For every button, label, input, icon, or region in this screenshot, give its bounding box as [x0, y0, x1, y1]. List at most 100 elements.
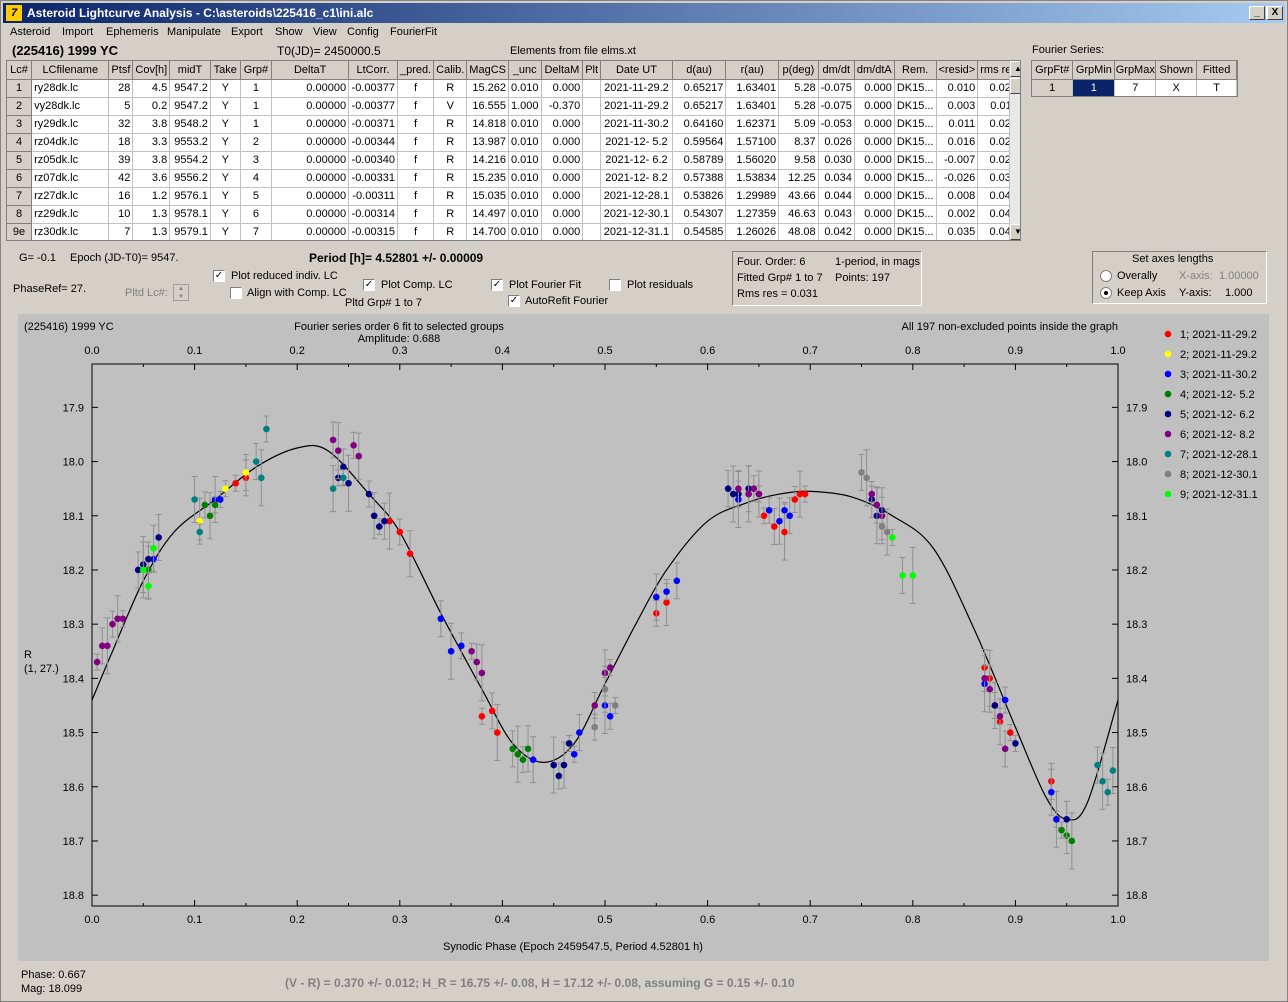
lc-col-header[interactable]: Lc#	[7, 61, 33, 80]
table-cell[interactable]: 0.00000	[271, 223, 350, 240]
lightcurve-plot[interactable]: (225416) 1999 YC Fourier series order 6 …	[18, 314, 1269, 961]
table-cell[interactable]: 32	[108, 115, 134, 134]
lc-col-header[interactable]: Ptsf	[108, 61, 134, 80]
align-comp-checkbox[interactable]	[230, 287, 242, 299]
data-point[interactable]	[765, 507, 773, 514]
table-cell[interactable]: Y	[210, 223, 241, 240]
table-cell[interactable]: Y	[210, 115, 241, 134]
table-cell[interactable]	[582, 133, 602, 152]
data-point[interactable]	[478, 713, 486, 720]
data-point[interactable]	[560, 761, 568, 769]
data-point[interactable]	[145, 555, 152, 563]
table-cell[interactable]: -0.00315	[348, 223, 398, 240]
data-point[interactable]	[770, 523, 778, 530]
table-cell[interactable]: Y	[210, 79, 241, 98]
table-cell[interactable]: f	[397, 79, 435, 98]
table-cell[interactable]: f	[397, 223, 435, 240]
table-cell[interactable]: 14.216	[466, 151, 509, 170]
data-point[interactable]	[611, 702, 619, 709]
data-point[interactable]	[735, 485, 742, 492]
table-cell[interactable]: -0.00377	[348, 97, 398, 116]
data-point[interactable]	[242, 469, 250, 476]
scroll-thumb[interactable]	[1010, 78, 1020, 94]
data-point[interactable]	[329, 436, 337, 444]
menu-manipulate[interactable]: Manipulate	[167, 26, 221, 38]
table-cell[interactable]: 13.987	[466, 133, 509, 152]
table-cell[interactable]: 0.044	[818, 187, 855, 206]
data-point[interactable]	[986, 685, 994, 693]
lc-col-header[interactable]: midT	[169, 61, 211, 80]
table-cell[interactable]: -0.026	[936, 169, 979, 188]
table-cell[interactable]: 0.00000	[271, 79, 350, 98]
data-point[interactable]	[334, 447, 342, 455]
table-cell[interactable]: 1.26026	[725, 223, 780, 240]
table-cell[interactable]: 15.235	[466, 169, 509, 188]
table-row[interactable]: 5 rz05dk.lc 39 3.8 9554.2 Y 3 0.00000 -0.00340 f R…	[7, 151, 1020, 170]
row-header[interactable]: 2	[7, 97, 33, 116]
table-cell[interactable]: 0.042	[818, 223, 855, 240]
table-cell[interactable]: 0.010	[508, 115, 542, 134]
table-cell[interactable]: 12.25	[778, 169, 819, 188]
table-cell[interactable]: 0.000	[854, 205, 895, 224]
table-cell[interactable]: -0.00314	[348, 205, 398, 224]
data-point[interactable]	[329, 485, 337, 492]
data-point[interactable]	[1058, 826, 1065, 834]
data-point[interactable]	[1068, 837, 1076, 845]
data-point[interactable]	[1001, 696, 1009, 704]
data-point[interactable]	[196, 517, 204, 525]
table-cell[interactable]: 0.003	[936, 97, 979, 116]
data-point[interactable]	[755, 490, 763, 498]
table-cell[interactable]: 0.000	[854, 79, 895, 98]
plot-fourier-checkbox[interactable]: ✓	[491, 279, 503, 291]
table-cell[interactable]: 2021-12-28.1	[600, 187, 673, 206]
menu-asteroid[interactable]: Asteroid	[10, 26, 50, 38]
table-cell[interactable]: R	[433, 223, 468, 240]
table-cell[interactable]: 5	[240, 187, 273, 206]
data-point[interactable]	[381, 517, 388, 525]
data-point[interactable]	[776, 517, 783, 525]
data-point[interactable]	[991, 702, 999, 709]
table-cell[interactable]: 0.000	[541, 133, 584, 152]
data-point[interactable]	[365, 490, 373, 498]
data-point[interactable]	[196, 528, 204, 536]
fourier-cell-grpmax[interactable]: 7	[1114, 79, 1157, 96]
table-cell[interactable]: 2021-12- 8.2	[600, 169, 673, 188]
table-cell[interactable]: DK15...	[894, 79, 937, 98]
table-cell[interactable]: 0.000	[541, 223, 584, 240]
table-cell[interactable]: 0.00000	[271, 115, 350, 134]
table-cell[interactable]: 0.010	[508, 133, 542, 152]
data-point[interactable]	[791, 496, 799, 503]
data-point[interactable]	[109, 620, 116, 628]
table-cell[interactable]	[582, 205, 602, 224]
table-cell[interactable]: DK15...	[894, 187, 937, 206]
data-point[interactable]	[863, 474, 870, 482]
data-point[interactable]	[206, 512, 214, 520]
table-cell[interactable]: 0.00000	[271, 187, 350, 206]
table-row[interactable]: 2 vy28dk.lc 5 0.2 9547.2 Y 1 0.00000 -0.00377 f V 1…	[7, 97, 1020, 116]
data-point[interactable]	[473, 658, 481, 666]
table-cell[interactable]: 1.63401	[725, 97, 780, 116]
fourier-col-grpft[interactable]: GrpFt#	[1032, 61, 1074, 80]
table-cell[interactable]: Y	[210, 133, 241, 152]
table-cell[interactable]: rz30dk.lc	[31, 223, 110, 240]
table-cell[interactable]	[582, 115, 602, 134]
table-cell[interactable]: Y	[210, 97, 241, 116]
table-cell[interactable]: f	[397, 151, 435, 170]
lc-col-header[interactable]: _unc	[508, 61, 542, 80]
table-row[interactable]: 3 ry29dk.lc 32 3.8 9548.2 Y 1 0.00000 -0.00371 f R…	[7, 115, 1020, 134]
data-point[interactable]	[375, 523, 383, 530]
table-scrollbar[interactable]: ▲ ▼	[1009, 61, 1020, 240]
table-cell[interactable]: 0.00000	[271, 169, 350, 188]
data-point[interactable]	[601, 685, 609, 693]
row-header[interactable]: 9e	[7, 223, 33, 240]
data-point[interactable]	[1053, 815, 1060, 823]
keep-axis-radio[interactable]	[1100, 287, 1112, 299]
table-cell[interactable]: 0.010	[508, 79, 542, 98]
table-cell[interactable]: 0.030	[818, 151, 855, 170]
data-point[interactable]	[406, 550, 414, 557]
table-cell[interactable]	[582, 223, 602, 240]
plot-residuals-checkbox[interactable]	[609, 279, 621, 291]
table-cell[interactable]: 1	[240, 115, 273, 134]
table-cell[interactable]: 0.000	[854, 223, 895, 240]
table-cell[interactable]: 0.011	[936, 115, 979, 134]
